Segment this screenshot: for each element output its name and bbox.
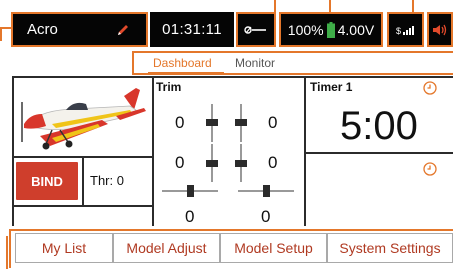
tab-dashboard[interactable]: Dashboard — [153, 56, 212, 70]
divider — [304, 76, 306, 226]
trim-value-rudder: 0 — [185, 207, 195, 226]
divider — [152, 76, 154, 226]
link-status-box — [236, 12, 276, 47]
callout-line — [412, 0, 414, 12]
battery-icon — [326, 21, 335, 38]
system-timer-box: 01:31:11 — [150, 12, 234, 47]
system-settings-button[interactable]: System Settings — [327, 233, 453, 263]
tab-active-indicator — [148, 72, 224, 75]
callout-line — [6, 236, 8, 269]
tab-bar: Dashboard Monitor — [132, 51, 453, 75]
divider — [12, 76, 453, 78]
pencil-icon[interactable] — [116, 23, 130, 37]
tab-monitor[interactable]: Monitor — [235, 56, 275, 70]
trim-value-aileron: 0 — [261, 207, 271, 226]
signal-icon: $ — [396, 25, 414, 36]
model-adjust-button[interactable]: Model Adjust — [113, 233, 220, 263]
clock-icon[interactable] — [423, 162, 437, 176]
trim-value-elevator: 0 — [175, 113, 185, 132]
battery-percent: 100% — [287, 21, 324, 38]
divider — [304, 152, 453, 154]
my-list-button[interactable]: My List — [15, 233, 113, 263]
trim-value-throttle: 0 — [268, 113, 278, 132]
bind-button[interactable]: BIND — [16, 162, 78, 200]
model-name: Acro — [27, 21, 58, 38]
clock-icon[interactable] — [423, 81, 437, 95]
svg-text:$: $ — [396, 26, 401, 36]
timer-value: 5:00 — [340, 104, 418, 148]
trim-slider-handle[interactable] — [263, 185, 270, 197]
trim-slider-handle[interactable] — [206, 160, 218, 167]
trim-slider-handle[interactable] — [235, 119, 247, 126]
model-name-box[interactable]: Acro — [11, 12, 148, 47]
trim-value-left: 0 — [175, 153, 185, 172]
trim-slider-handle[interactable] — [206, 119, 218, 126]
system-timer: 01:31:11 — [162, 21, 222, 38]
link-icon — [244, 25, 266, 34]
divider — [82, 156, 84, 206]
signal-box: $ — [387, 12, 424, 47]
battery-voltage: 4.00V — [337, 21, 375, 38]
trim-value-right: 0 — [268, 153, 278, 172]
model-image — [12, 80, 152, 155]
trim-title: Trim — [156, 80, 182, 94]
volume-icon[interactable] — [432, 23, 448, 37]
callout-line — [274, 0, 276, 12]
battery-box: 100% 4.00V — [279, 12, 383, 47]
callout-line — [329, 0, 331, 12]
model-setup-button[interactable]: Model Setup — [220, 233, 327, 263]
trim-slider-handle[interactable] — [235, 160, 247, 167]
throttle-value: Thr: 0 — [90, 173, 124, 188]
trim-slider-handle[interactable] — [187, 185, 194, 197]
callout-line — [0, 27, 2, 41]
timer-title: Timer 1 — [310, 80, 353, 94]
volume-box[interactable] — [427, 12, 453, 47]
